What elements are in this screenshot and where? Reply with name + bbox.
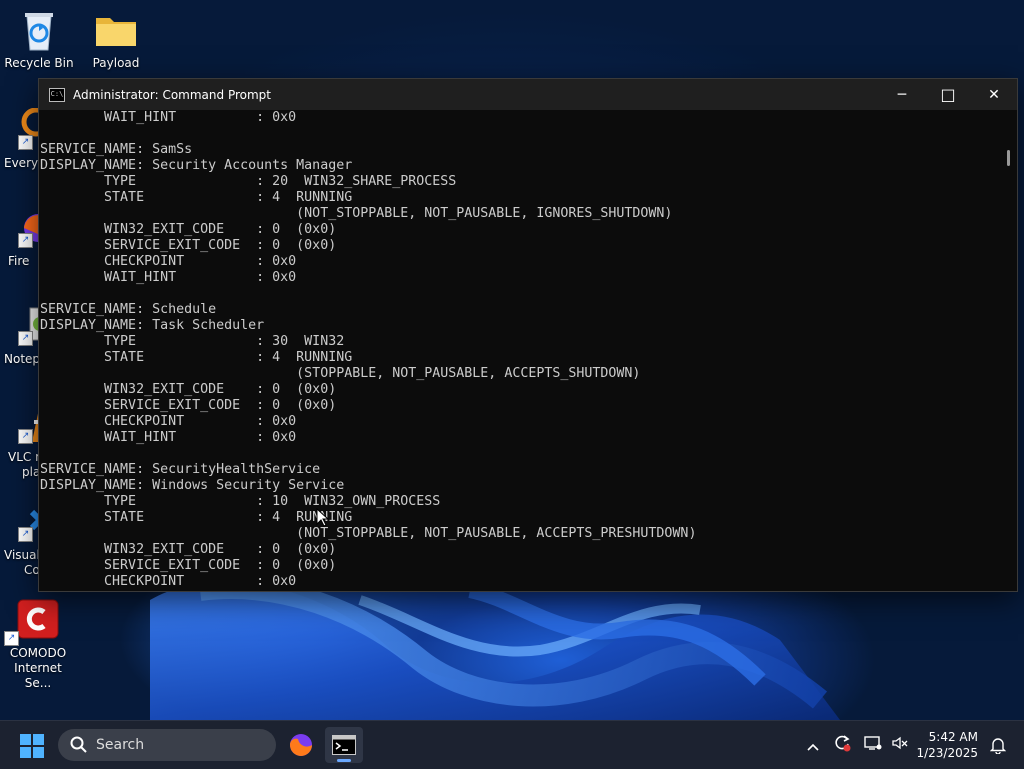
system-tray [800, 721, 912, 769]
recycle-bin-icon [17, 8, 61, 52]
taskbar: Search 5:42 AM 1/23/2025 [0, 720, 1024, 769]
console-line: WAIT_HINT : 0x0 [40, 110, 297, 125]
scrollbar-thumb[interactable] [1007, 150, 1010, 166]
desktop-icon-payload[interactable]: Payload [78, 8, 154, 71]
console-line: STATE : 4 RUNNING [40, 350, 353, 365]
console-line: DISPLAY_NAME: Security Accounts Manager [40, 158, 353, 173]
console-line: CHECKPOINT : 0x0 [40, 574, 297, 589]
shortcut-arrow-icon: ↗ [4, 631, 19, 646]
command-prompt-icon: C:\ [49, 87, 65, 102]
window-title: Administrator: Command Prompt [73, 87, 271, 102]
console-output[interactable]: WAIT_HINT : 0x0 SERVICE_NAME: SamSs DISPL… [39, 110, 999, 591]
console-line: STATE : 4 RUNNING [40, 510, 353, 525]
console-line: DISPLAY_NAME: Windows Security Service [40, 478, 345, 493]
windows-logo-icon [20, 734, 44, 758]
sync-error-icon[interactable] [826, 734, 858, 756]
console-line: SERVICE_EXIT_CODE : 0 (0x0) [40, 238, 337, 253]
clock-time: 5:42 AM [928, 730, 978, 744]
shortcut-arrow-icon: ↗ [18, 135, 33, 150]
search-placeholder: Search [96, 737, 145, 753]
console-line: CHECKPOINT : 0x0 [40, 254, 297, 269]
close-button[interactable]: ✕ [971, 79, 1017, 110]
console-line: WAIT_HINT : 0x0 [40, 270, 297, 285]
console-line: WIN32_EXIT_CODE : 0 (0x0) [40, 382, 337, 397]
mouse-cursor-icon [316, 508, 330, 527]
desktop-icon-label: COMODO [9, 646, 67, 660]
console-line: SERVICE_EXIT_CODE : 0 (0x0) [40, 558, 337, 573]
folder-icon [94, 8, 138, 52]
maximize-button[interactable]: □ [925, 79, 971, 110]
console-line: SERVICE_NAME: SamSs [40, 142, 193, 157]
shortcut-arrow-icon: ↗ [18, 233, 33, 248]
console-line: DISPLAY_NAME: Task Scheduler [40, 318, 265, 333]
console-line: (NOT_STOPPABLE, NOT_PAUSABLE, IGNORES_SH… [40, 206, 673, 221]
search-icon [70, 736, 87, 753]
shortcut-arrow-icon: ↗ [18, 429, 33, 444]
taskbar-search-box[interactable]: Search [58, 729, 276, 761]
volume-muted-icon[interactable] [888, 735, 912, 755]
command-prompt-window[interactable]: C:\ Administrator: Command Prompt ─ □ ✕ … [38, 78, 1018, 592]
notification-bell-icon[interactable] [989, 736, 1007, 758]
window-titlebar[interactable]: C:\ Administrator: Command Prompt ─ □ ✕ [39, 79, 1017, 110]
console-line: TYPE : 10 WIN32_OWN_PROCESS [40, 494, 441, 509]
minimize-button[interactable]: ─ [879, 79, 925, 110]
firefox-icon [289, 734, 312, 756]
console-line: (NOT_STOPPABLE, NOT_PAUSABLE, ACCEPTS_PR… [40, 526, 697, 541]
console-line: WAIT_HINT : 0x0 [40, 430, 297, 445]
desktop-icon-comodo[interactable]: ↗ COMODO Internet Se... [0, 598, 76, 691]
command-prompt-icon [332, 735, 356, 755]
console-line: CHECKPOINT : 0x0 [40, 414, 297, 429]
clock-date: 1/23/2025 [916, 746, 978, 760]
comodo-icon: ↗ [4, 598, 60, 646]
console-line: SERVICE_NAME: Schedule [40, 302, 217, 317]
console-line: TYPE : 20 WIN32_SHARE_PROCESS [40, 174, 457, 189]
console-line: (STOPPABLE, NOT_PAUSABLE, ACCEPTS_SHUTDO… [40, 366, 641, 381]
desktop-icon-recycle-bin[interactable]: Recycle Bin [1, 8, 77, 71]
taskbar-clock[interactable]: 5:42 AM 1/23/2025 [916, 729, 978, 761]
console-line: STATE : 4 RUNNING [40, 190, 353, 205]
network-icon[interactable] [858, 735, 888, 755]
desktop-icon-label: Recycle Bin [4, 56, 74, 70]
vertical-scrollbar[interactable] [999, 110, 1017, 591]
console-line: SERVICE_EXIT_CODE : 0 (0x0) [40, 398, 337, 413]
desktop-icon-label: Payload [92, 56, 140, 70]
shortcut-arrow-icon: ↗ [18, 331, 33, 346]
chevron-up-icon[interactable] [800, 736, 826, 755]
taskbar-command-prompt[interactable] [325, 727, 363, 763]
start-button[interactable] [20, 734, 44, 758]
console-line: WIN32_EXIT_CODE : 0 (0x0) [40, 222, 337, 237]
desktop-icon-label-line2: Internet Se... [14, 661, 62, 690]
shortcut-arrow-icon: ↗ [18, 527, 33, 542]
console-line: SERVICE_NAME: SecurityHealthService [40, 462, 321, 477]
active-app-indicator [337, 759, 351, 762]
console-line: TYPE : 30 WIN32 [40, 334, 345, 349]
taskbar-firefox[interactable] [282, 727, 320, 763]
console-line: WIN32_EXIT_CODE : 0 (0x0) [40, 542, 337, 557]
